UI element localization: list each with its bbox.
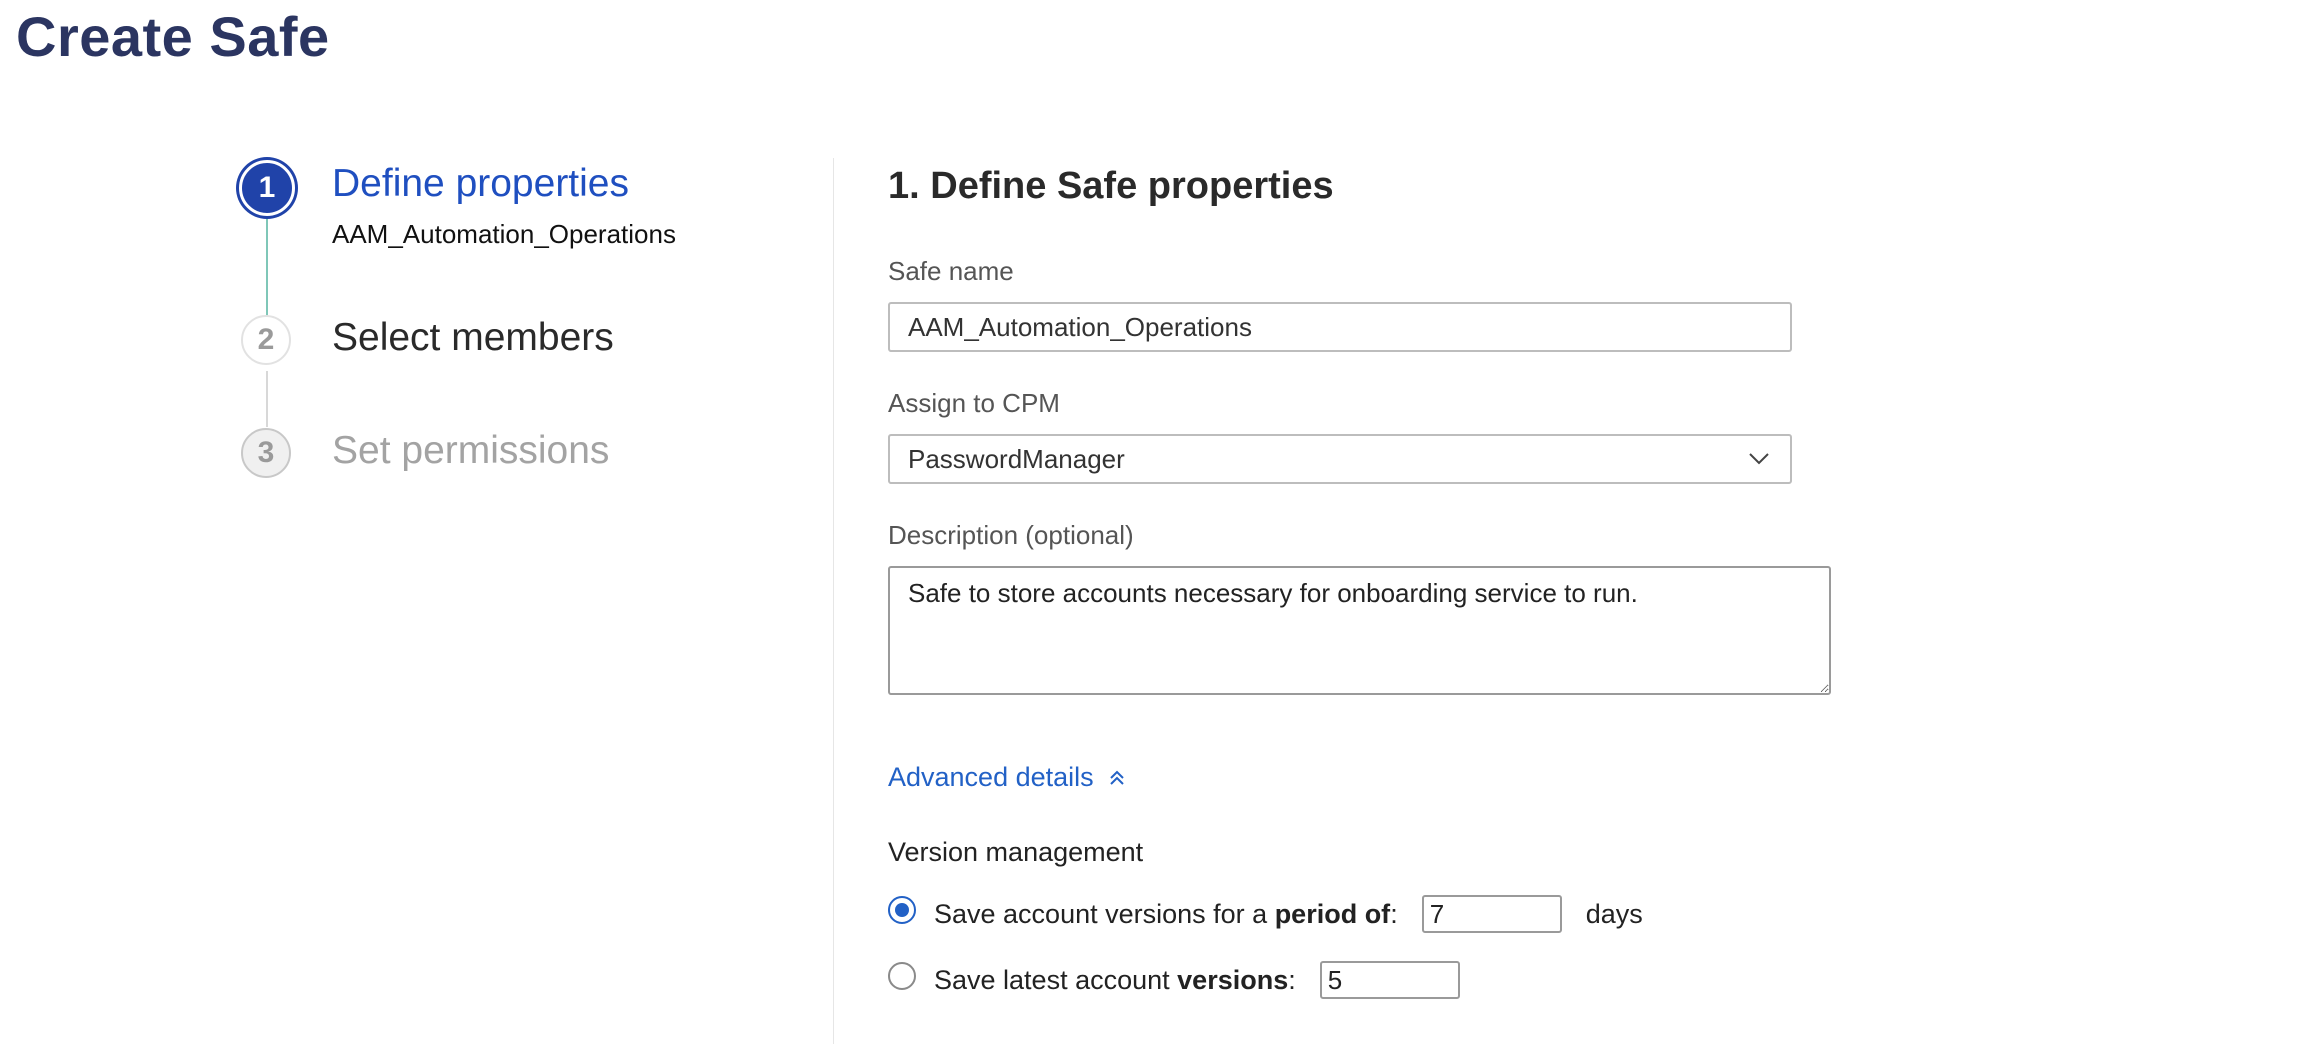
step-1-title[interactable]: Define properties	[332, 162, 629, 206]
versions-count-input[interactable]	[1319, 961, 1460, 999]
period-days-input[interactable]	[1421, 895, 1562, 933]
version-option-period: Save account versions for a period of: d…	[888, 894, 1643, 934]
radio-selected-dot	[895, 903, 909, 917]
chevron-down-icon	[1746, 446, 1772, 472]
step-1-subtitle: AAM_Automation_Operations	[332, 219, 676, 249]
cpm-select[interactable]: PasswordManager	[888, 434, 1792, 484]
step-1-indicator[interactable]: 1	[239, 160, 295, 216]
step-2-indicator[interactable]: 2	[241, 315, 291, 365]
safe-name-label: Safe name	[888, 256, 1014, 286]
vertical-divider	[833, 158, 834, 1044]
step-3-title: Set permissions	[332, 429, 610, 472]
version-management-title: Version management	[888, 837, 1144, 867]
safe-name-input[interactable]	[888, 302, 1792, 352]
version-option-count: Save latest account versions:	[888, 960, 1460, 1000]
versions-radio-label: Save latest account versions:	[934, 964, 1296, 995]
period-radio-label: Save account versions for a period of:	[934, 898, 1398, 929]
stepper-connector-2	[266, 371, 268, 427]
stepper-connector-1	[266, 218, 268, 316]
versions-radio[interactable]	[888, 962, 916, 990]
create-safe-page: Create Safe 1 Define properties AAM_Auto…	[0, 0, 2322, 1044]
days-unit-label: days	[1585, 898, 1643, 929]
description-label: Description (optional)	[888, 520, 1134, 550]
double-chevron-up-icon	[1108, 768, 1126, 788]
advanced-details-label: Advanced details	[888, 762, 1094, 792]
description-textarea[interactable]: Safe to store accounts necessary for onb…	[888, 566, 1831, 695]
page-title: Create Safe	[16, 5, 330, 68]
step-3-indicator: 3	[241, 428, 291, 478]
period-radio[interactable]	[888, 896, 916, 924]
step-2-title[interactable]: Select members	[332, 316, 614, 360]
advanced-details-toggle[interactable]: Advanced details	[888, 762, 1126, 793]
cpm-select-value: PasswordManager	[908, 444, 1125, 474]
cpm-label: Assign to CPM	[888, 388, 1060, 418]
section-title: 1. Define Safe properties	[888, 165, 1334, 207]
